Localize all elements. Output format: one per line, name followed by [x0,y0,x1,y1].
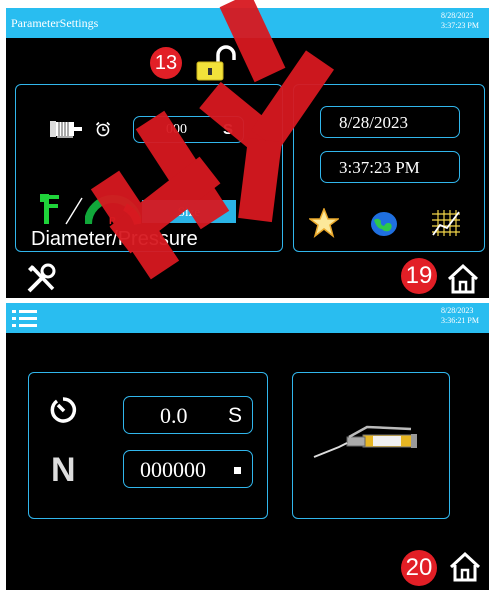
timer-unit: S [228,404,243,427]
status-time: 3:37:23 PM [440,21,479,30]
count-value: 000000 [140,457,206,482]
parameter-panel [15,84,283,252]
date-field[interactable]: 8/28/2023 [320,106,460,138]
tools-icon[interactable] [25,263,57,295]
count-indicator [234,467,241,474]
timer-input[interactable]: 000 S [133,116,244,143]
timer-input[interactable]: 0.0 S [123,396,253,434]
grid-chart-icon[interactable] [430,208,462,238]
time-field-value: 3:37:23 PM [339,158,420,177]
count-input[interactable]: 000000 [123,450,253,488]
annotation-badge: 13 [150,47,182,79]
date-field-value: 8/28/2023 [339,113,408,132]
globe-icon[interactable] [370,211,398,237]
grease-timer-screen: 8/28/2023 3:36:21 PM 0.0 S N 000000 20 [6,303,489,590]
annotation-badge: 20 [401,550,437,586]
pressure-gauge-icon[interactable]: P [85,194,141,226]
time-field[interactable]: 3:37:23 PM [320,151,460,183]
parameter-settings-screen: ParameterSettings 8/28/2023 3:37:23 PM 1… [6,8,489,298]
status-time: 3:36:21 PM [440,316,479,325]
menu-icon[interactable] [12,309,38,329]
home-icon[interactable] [448,551,482,583]
alarm-clock-icon [95,121,111,137]
status-date: 8/28/2023 [440,11,474,20]
lock-open-icon[interactable] [194,45,238,83]
count-label: N [51,451,76,489]
grease-gun-icon [313,425,417,458]
status-clock: 8/28/2023 3:37:23 PM [441,11,479,31]
timer-unit: S [223,121,234,138]
status-clock: 8/28/2023 3:36:21 PM [441,306,479,326]
motor-icon [50,121,82,138]
parameter-panel [28,372,268,519]
size-button[interactable]: Size [142,200,236,223]
diameter-pressure-label: Diameter/Pressure [31,228,198,250]
timer-icon [50,397,77,423]
svg-text:P: P [109,216,116,226]
timer-value: 000 [166,122,187,137]
status-date: 8/28/2023 [440,306,474,315]
annotation-badge: 19 [401,258,437,294]
star-icon[interactable] [309,208,339,238]
caliper-icon[interactable] [38,192,84,226]
home-icon[interactable] [446,263,480,295]
title-bar: ParameterSettings 8/28/2023 3:37:23 PM [6,8,489,38]
screen-title: ParameterSettings [11,16,99,30]
timer-value: 0.0 [160,403,188,428]
title-bar: 8/28/2023 3:36:21 PM [6,303,489,333]
